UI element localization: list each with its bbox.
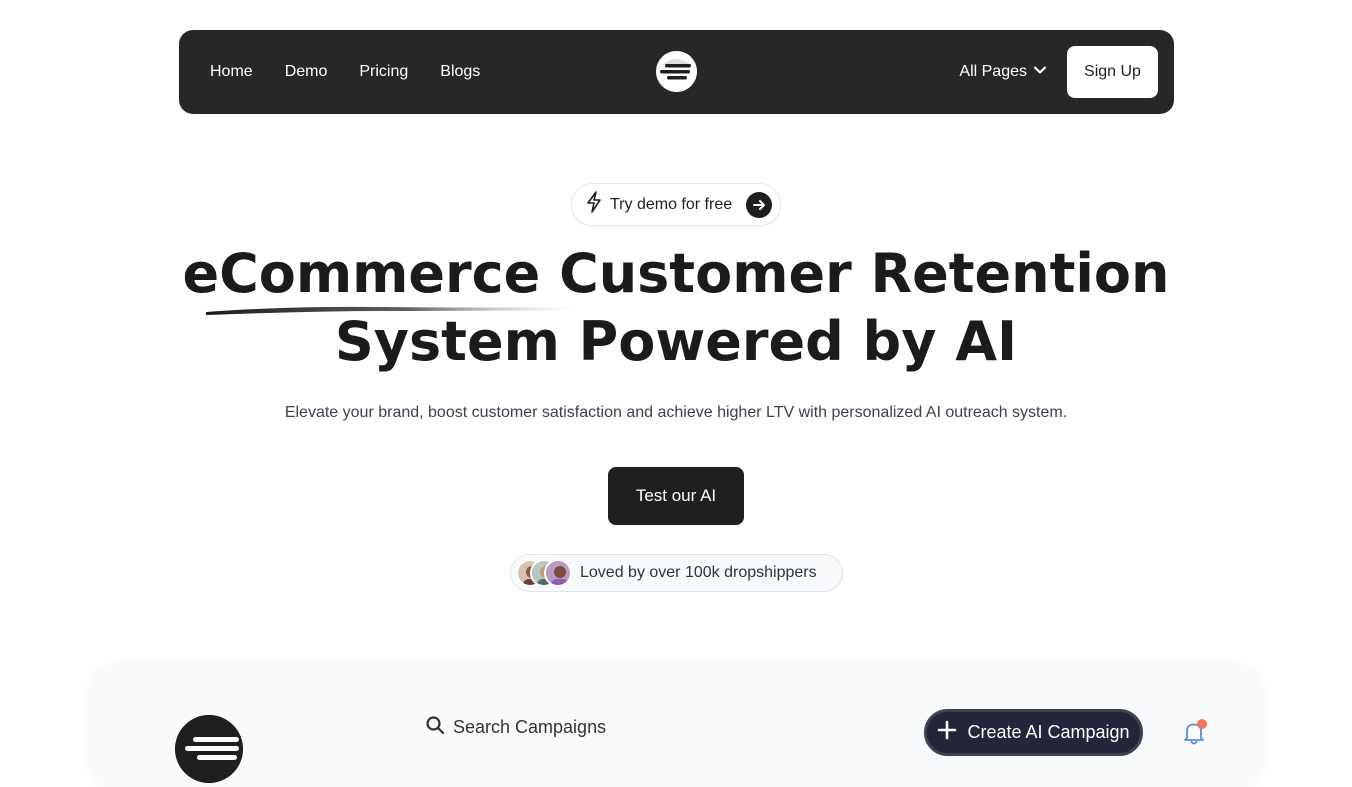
social-proof-badge: Loved by over 100k dropshippers [510,554,843,592]
brand-logo-icon[interactable] [656,51,697,92]
all-pages-dropdown[interactable]: All Pages [959,63,1047,82]
search-placeholder: Search Campaigns [453,717,607,737]
try-demo-pill[interactable]: Try demo for free [571,183,781,226]
headline-line-1: eCommerce Customer Retention [182,242,1170,305]
bell-icon[interactable] [1180,719,1208,747]
chevron-down-icon [1033,63,1047,82]
plus-icon [937,720,957,745]
nav-link-blogs[interactable]: Blogs [440,63,480,81]
avatar [544,559,572,587]
nav-right: All Pages Sign Up [959,46,1158,98]
create-ai-campaign-button[interactable]: Create AI Campaign [924,709,1143,756]
dashboard-preview: Search Campaigns Create AI Campaign [92,667,1260,787]
top-navbar: Home Demo Pricing Blogs All Pages Sign U… [179,30,1174,114]
notification-dot [1197,719,1207,729]
all-pages-label: All Pages [959,63,1027,80]
hero-headline: eCommerce Customer Retention System Powe… [0,240,1352,376]
headline-line-2: System Powered by AI [334,310,1018,373]
avatar-group [516,559,574,587]
social-proof-text: Loved by over 100k dropshippers [580,564,817,581]
nav-links: Home Demo Pricing Blogs [210,30,480,114]
signup-button[interactable]: Sign Up [1067,46,1158,98]
nav-link-pricing[interactable]: Pricing [359,63,408,81]
search-campaigns-input[interactable]: Search Campaigns [425,715,606,740]
nav-link-home[interactable]: Home [210,63,253,81]
lightning-icon [584,190,604,219]
arrow-right-icon [746,191,772,218]
hero-subtitle: Elevate your brand, boost customer satis… [284,404,1068,421]
brand-logo-icon [175,715,243,783]
search-icon [425,715,445,740]
try-demo-label: Try demo for free [610,195,733,213]
create-ai-campaign-label: Create AI Campaign [967,722,1130,742]
test-ai-button[interactable]: Test our AI [608,467,744,525]
nav-link-demo[interactable]: Demo [285,63,328,81]
